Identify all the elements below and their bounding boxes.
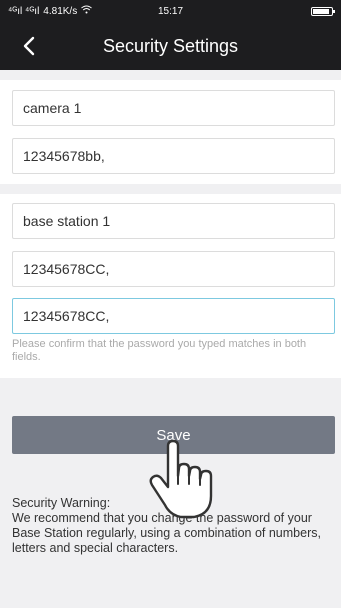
page-title: Security Settings bbox=[102, 36, 239, 56]
base-station-password-input[interactable]: 12345678CC, bbox=[12, 251, 335, 287]
base-station-name-input[interactable]: base station 1 bbox=[12, 203, 335, 239]
wifi-icon bbox=[81, 5, 93, 17]
base-station-section: base station 1 12345678CC, 12345678CC, P… bbox=[0, 194, 341, 378]
battery-level bbox=[313, 8, 329, 14]
password-match-hint: Please confirm that the password you typ… bbox=[12, 338, 307, 363]
status-bar: ⁴ᴳıl ⁴ᴳıl 4.81K/s 15:17 bbox=[0, 0, 341, 22]
tap-hand-icon bbox=[149, 439, 213, 519]
battery-icon bbox=[311, 6, 335, 16]
signal-icon: ⁴ᴳıl ⁴ᴳıl bbox=[8, 5, 40, 17]
network-speed: 4.81K/s bbox=[43, 5, 78, 17]
header-bar: Security Settings bbox=[0, 22, 341, 70]
camera-name-input[interactable]: camera 1 bbox=[12, 90, 335, 126]
camera-password-input[interactable]: 12345678bb, bbox=[12, 138, 335, 174]
camera-section: camera 1 12345678bb, bbox=[0, 80, 341, 184]
base-station-confirm-password-input[interactable]: 12345678CC, bbox=[12, 298, 335, 334]
